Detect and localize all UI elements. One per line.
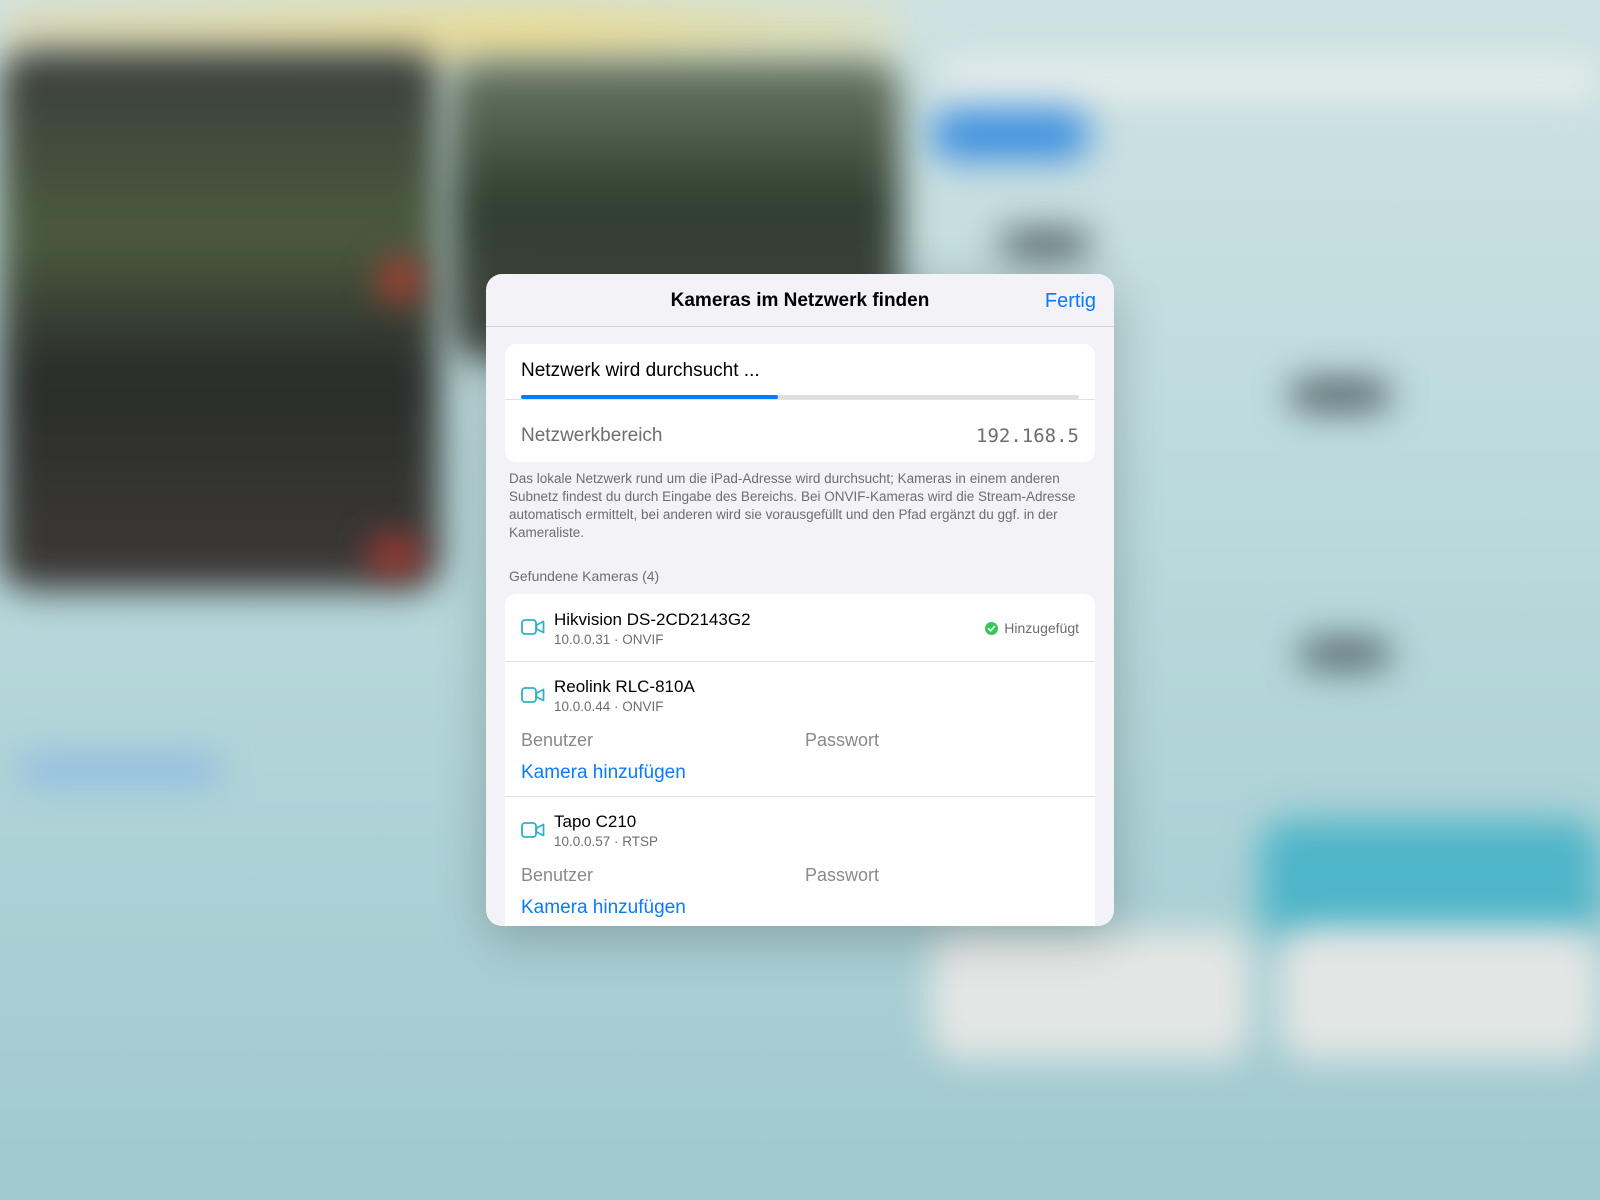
password-input[interactable] [805, 863, 1065, 887]
camera-address: 10.0.0.57 · RTSP [554, 834, 659, 849]
status-text: Hinzugefügt [1004, 620, 1079, 636]
list-item: Tapo C210 10.0.0.57 · RTSP Kamera hinzuf… [505, 797, 1095, 926]
camera-name: Reolink RLC-810A [554, 677, 695, 696]
background-blur [1260, 820, 1600, 940]
checkmark-circle-icon [985, 621, 999, 635]
add-camera-button[interactable]: Kamera hinzufügen [521, 897, 686, 919]
camera-address: 10.0.0.44 · ONVIF [554, 699, 664, 714]
background-camera-feed [0, 50, 440, 590]
scan-status-text: Netzwerk wird durchsucht ... [521, 360, 760, 381]
background-blur [1300, 640, 1390, 668]
camera-name: Tapo C210 [554, 812, 637, 831]
list-item[interactable]: Hikvision DS-2CD2143G2 10.0.0.31 · ONVIF… [505, 594, 1095, 661]
divider [505, 399, 1095, 400]
status-badge: Hinzugefügt [985, 620, 1079, 636]
done-button[interactable]: Fertig [1045, 290, 1096, 313]
camera-name: Hikvision DS-2CD2143G2 [554, 610, 751, 629]
username-input[interactable] [521, 863, 781, 887]
scan-footnote: Das lokale Netzwerk rund um die iPad-Adr… [509, 471, 1076, 540]
background-blur [1290, 380, 1390, 410]
video-camera-icon [521, 687, 545, 703]
camera-address: 10.0.0.31 · ONVIF [554, 632, 664, 647]
background-blur [930, 110, 1090, 160]
background-blur [930, 930, 1250, 1060]
find-cameras-sheet: Kameras im Netzwerk finden Fertig Netzwe… [486, 274, 1114, 926]
add-camera-button[interactable]: Kamera hinzufügen [521, 762, 686, 784]
sheet-title: Kameras im Netzwerk finden [670, 290, 930, 311]
scan-status-card: Netzwerk wird durchsucht ... Netzwerkber… [505, 344, 1095, 462]
network-range-field[interactable]: 192.168.5 [976, 425, 1079, 447]
background-blur [380, 260, 420, 300]
network-range-label: Netzwerkbereich [521, 425, 663, 446]
found-cameras-list: Hikvision DS-2CD2143G2 10.0.0.31 · ONVIF… [505, 594, 1095, 926]
username-input[interactable] [521, 728, 781, 752]
password-input[interactable] [805, 728, 1065, 752]
sheet-navbar: Kameras im Netzwerk finden Fertig [486, 274, 1114, 327]
found-cameras-header: Gefundene Kameras (4) [509, 568, 660, 584]
background-blur [370, 540, 420, 570]
video-camera-icon [521, 822, 545, 838]
background-blur [1000, 230, 1090, 258]
background-blur [1280, 930, 1600, 1060]
background-blur [940, 60, 1600, 100]
background-blur [20, 760, 220, 780]
list-item: Reolink RLC-810A 10.0.0.44 · ONVIF Kamer… [505, 662, 1095, 796]
video-camera-icon [521, 619, 545, 635]
